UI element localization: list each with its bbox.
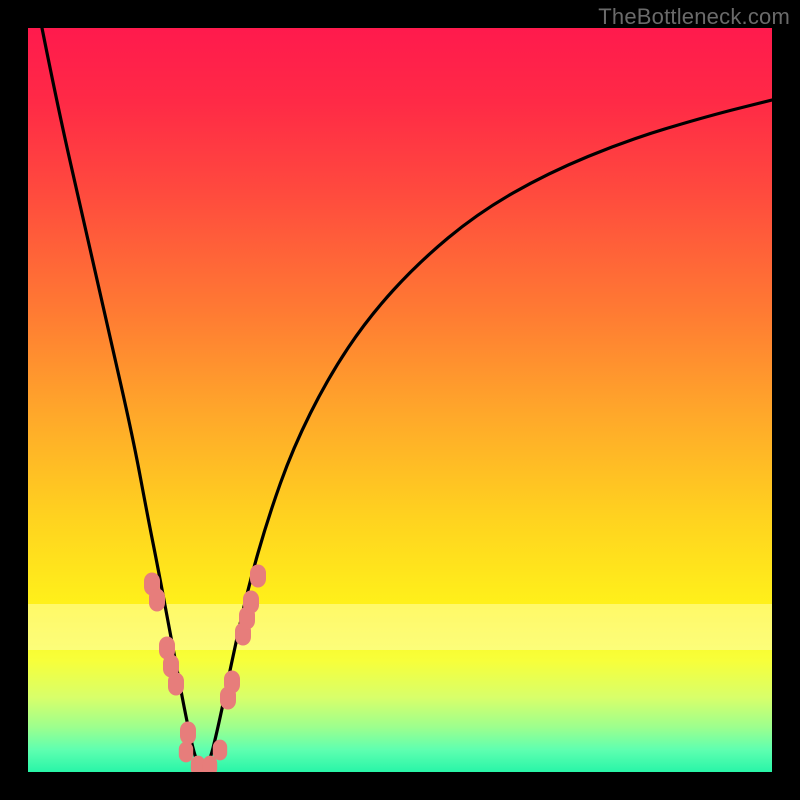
bead-marker bbox=[243, 591, 259, 614]
curve-layer bbox=[28, 28, 772, 772]
bead-marker bbox=[180, 722, 196, 745]
outer-frame: TheBottleneck.com bbox=[0, 0, 800, 800]
bead-marker bbox=[179, 742, 193, 763]
attribution-text: TheBottleneck.com bbox=[598, 4, 790, 30]
bead-marker bbox=[168, 673, 184, 696]
bead-marker bbox=[213, 740, 227, 761]
plot-area bbox=[28, 28, 772, 772]
bottleneck-curve bbox=[42, 28, 772, 768]
bead-marker bbox=[224, 671, 240, 694]
bead-marker bbox=[149, 589, 165, 612]
bead-marker bbox=[250, 565, 266, 588]
bead-group bbox=[144, 565, 266, 773]
